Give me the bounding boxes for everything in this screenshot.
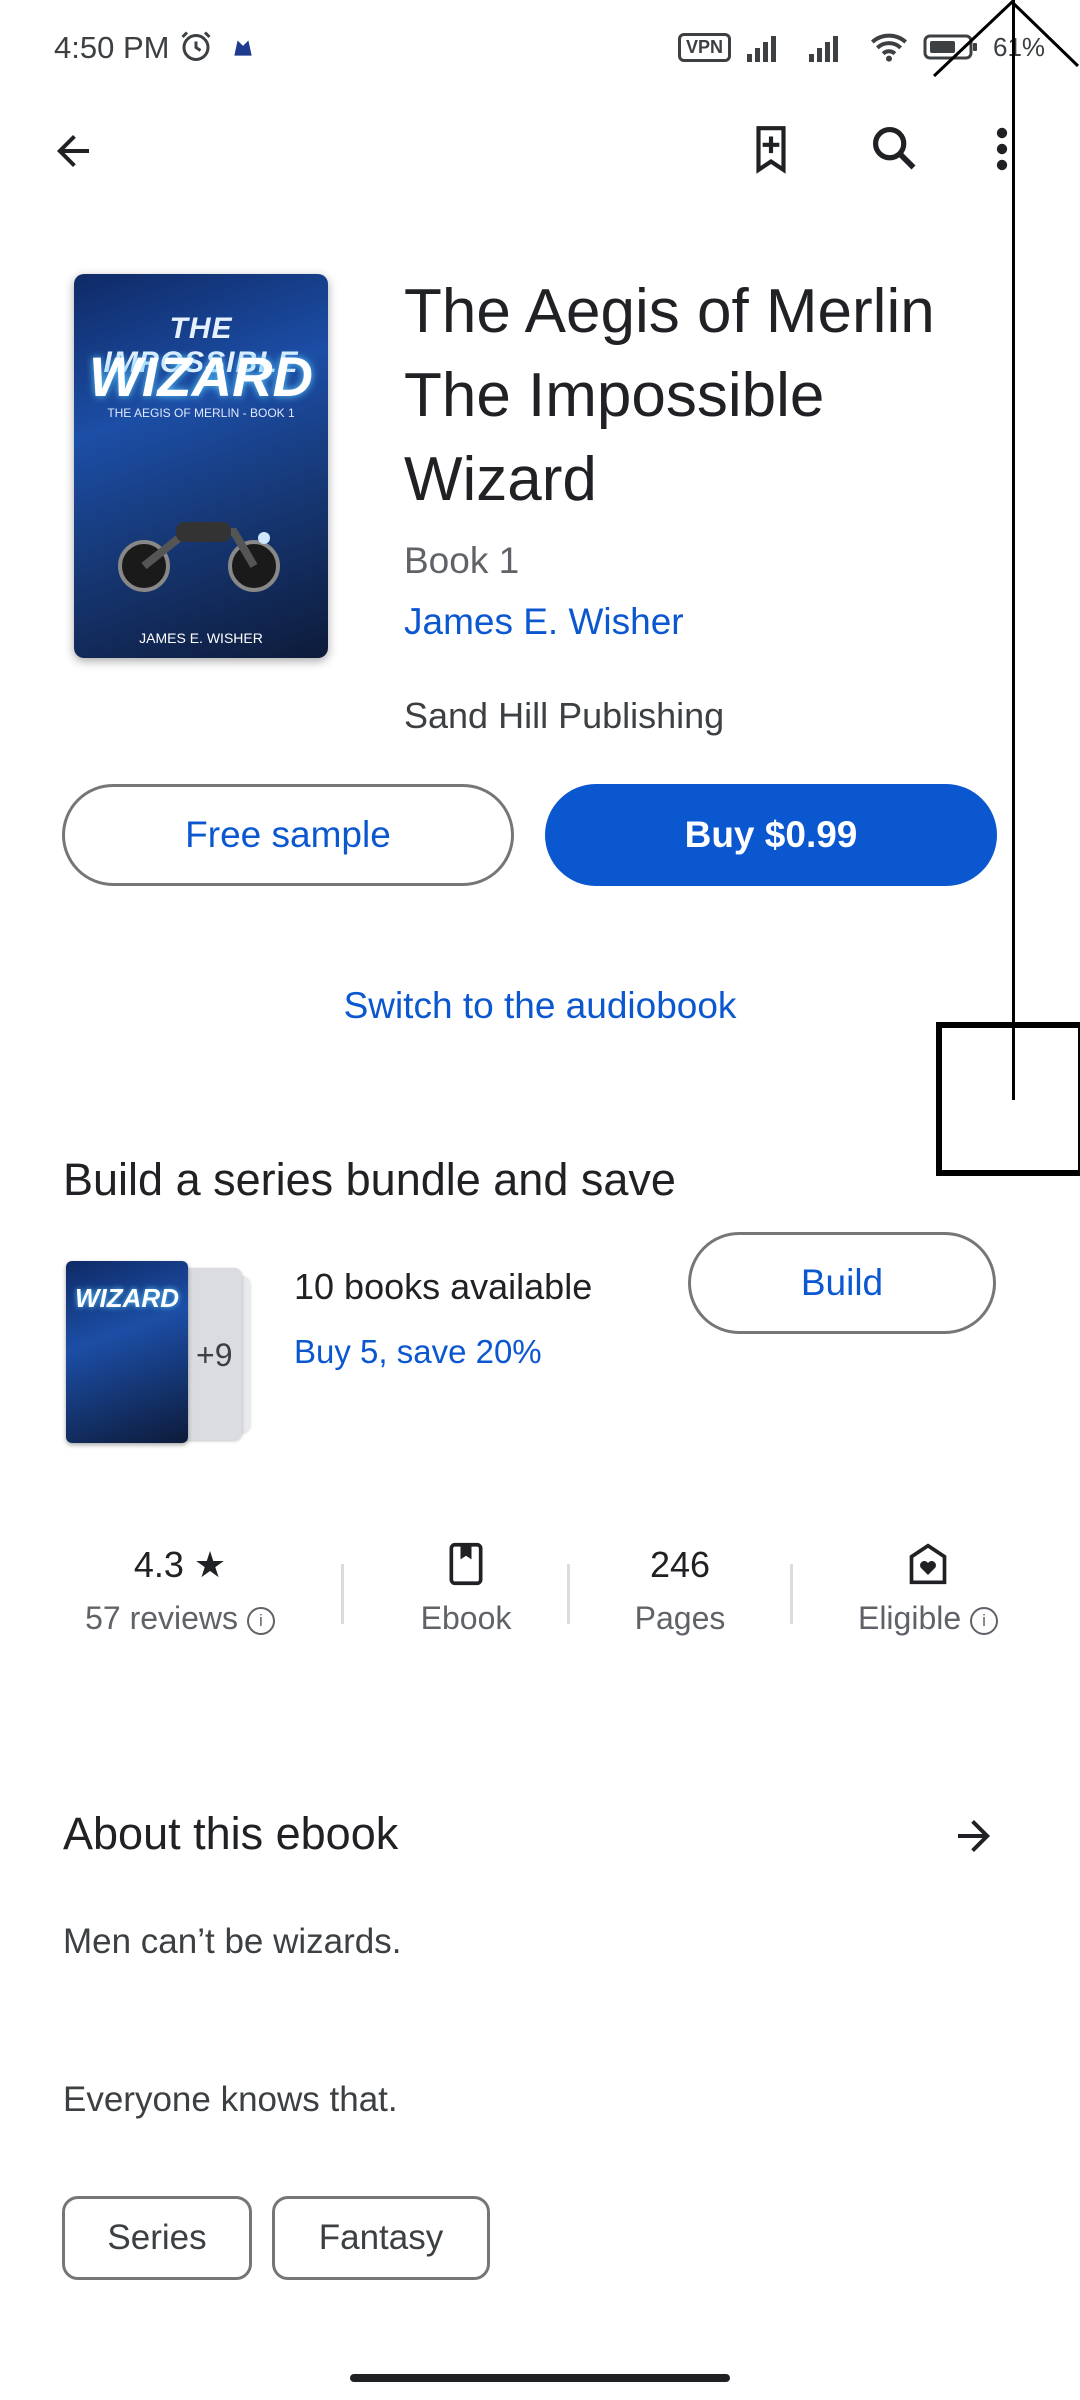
format-stat: Ebook: [366, 1542, 566, 1637]
arrow-left-icon: [57, 135, 89, 167]
back-button[interactable]: [44, 122, 102, 180]
vpn-badge: VPN: [678, 32, 732, 62]
cover-author: JAMES E. WISHER: [139, 630, 263, 646]
overlay-line: [1012, 0, 1015, 1100]
bundle-available: 10 books available: [294, 1266, 593, 1307]
reviews-count: 57 reviews: [85, 1600, 239, 1636]
publisher: Sand Hill Publishing: [404, 695, 725, 736]
wishlist-button[interactable]: [742, 118, 800, 180]
wifi-icon: [871, 33, 908, 62]
star-icon: ★: [183, 1544, 227, 1585]
search-icon: [872, 126, 916, 170]
app-notification-icon: [234, 40, 252, 56]
about-heading: About this ebook: [63, 1808, 399, 1859]
about-expand-button[interactable]: [944, 1806, 1004, 1866]
more-options-button[interactable]: [982, 118, 1022, 180]
ebook-icon: [449, 1542, 483, 1586]
eligible-label: Eligible: [857, 1600, 962, 1636]
stat-divider: [790, 1564, 793, 1624]
buy-button[interactable]: Buy $0.99: [545, 784, 997, 886]
free-sample-button[interactable]: Free sample: [62, 784, 514, 886]
rating-stat[interactable]: 4.3 ★ 57 reviews i: [60, 1544, 300, 1637]
tag-chip-series[interactable]: Series: [62, 2196, 252, 2280]
cover-subtitle: THE AEGIS OF MERLIN - BOOK 1: [107, 406, 295, 420]
signal-icon: [809, 36, 839, 62]
build-button[interactable]: Build: [688, 1232, 996, 1334]
bundle-more-count: +9: [196, 1337, 233, 1373]
rating-value: 4.3: [133, 1544, 184, 1585]
more-vert-icon: [996, 127, 1008, 171]
bundle-heading: Build a series bundle and save: [63, 1154, 676, 1205]
about-paragraph: Everyone knows that.: [63, 2080, 398, 2119]
tag-chip-fantasy[interactable]: Fantasy: [272, 2196, 490, 2280]
status-time: 4:50 PM: [54, 30, 170, 65]
stat-divider: [567, 1564, 570, 1624]
book-title: The Aegis of Merlin The Impossible Wizar…: [404, 277, 935, 514]
author-link[interactable]: James E. Wisher: [404, 601, 684, 643]
cover-title-line2: WIZARD: [89, 345, 313, 408]
overlay-arrowhead: [932, 0, 1080, 78]
home-indicator[interactable]: [350, 2374, 730, 2382]
about-paragraph: Men can’t be wizards.: [63, 1922, 402, 1961]
stat-divider: [341, 1564, 344, 1624]
pages-stat: 246 Pages: [580, 1544, 780, 1637]
format-label: Ebook: [420, 1600, 512, 1636]
switch-audiobook-link[interactable]: Switch to the audiobook: [0, 985, 1080, 1027]
info-icon: i: [246, 1606, 275, 1635]
alarm-icon: [181, 31, 211, 61]
pages-value: 246: [649, 1544, 711, 1585]
bundle-offer: Buy 5, save 20%: [294, 1333, 542, 1370]
bundle-cover[interactable]: WIZARD: [66, 1261, 188, 1443]
info-icon: i: [970, 1606, 999, 1635]
eligible-stat[interactable]: Eligible i: [838, 1542, 1018, 1637]
overlay-box: [936, 1022, 1080, 1176]
signal-icon: [747, 36, 777, 62]
family-library-icon: [909, 1543, 947, 1585]
bundle-cover-text: WIZARD: [75, 1283, 179, 1313]
pages-label: Pages: [634, 1600, 726, 1636]
book-cover[interactable]: THE IMPOSSIBLE WIZARD THE AEGIS OF MERLI…: [74, 274, 328, 658]
search-button[interactable]: [864, 118, 924, 178]
motorcycle-illustration: [118, 522, 280, 592]
series-number: Book 1: [404, 540, 520, 581]
bookmark-add-icon: [756, 126, 786, 174]
arrow-right-icon: [958, 1820, 990, 1852]
